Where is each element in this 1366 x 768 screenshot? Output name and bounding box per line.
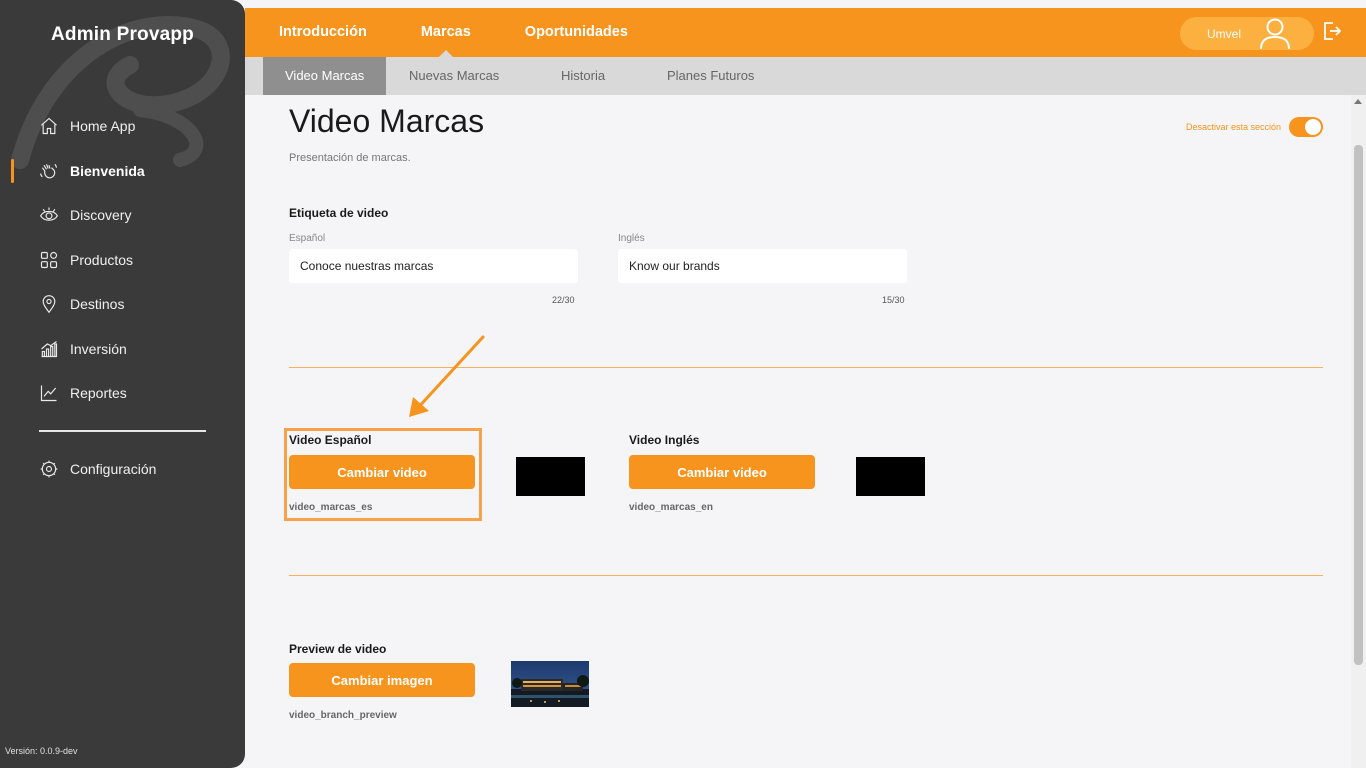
sidebar-item-label: Home App	[70, 118, 136, 135]
sidebar-item-inversion[interactable]: Inversión	[0, 327, 245, 372]
section-divider	[289, 575, 1323, 576]
sidebar-item-bienvenida[interactable]: Bienvenida	[0, 149, 245, 194]
video-label-es-input[interactable]	[289, 249, 578, 283]
app-title: Admin Provapp	[50, 24, 194, 45]
video-es-title: Video Español	[289, 433, 372, 447]
sidebar-item-home-app[interactable]: Home App	[0, 104, 245, 149]
subtab-nuevas-marcas[interactable]: Nuevas Marcas	[409, 57, 499, 95]
change-image-button[interactable]: Cambiar imagen	[289, 663, 475, 697]
line-chart-icon	[38, 382, 60, 404]
bar-growth-icon	[38, 338, 60, 360]
video-en-filename: video_marcas_en	[629, 502, 713, 513]
sidebar: Admin Provapp Home App Bienvenida Discov…	[0, 0, 245, 768]
home-icon	[38, 115, 60, 137]
video-es-thumbnail[interactable]	[516, 457, 585, 496]
user-avatar-icon	[1260, 18, 1290, 50]
section-toggle-label: Desactivar esta sección	[1185, 122, 1281, 132]
app-version: Versión: 0.0.9-dev	[5, 746, 78, 756]
video-label-en-field-label: Inglés	[618, 233, 645, 244]
eye-icon	[38, 204, 60, 226]
sidebar-item-label: Reportes	[70, 385, 127, 402]
gear-icon	[38, 458, 60, 480]
video-label-en-input[interactable]	[618, 249, 907, 283]
tab-marcas[interactable]: Marcas	[421, 8, 471, 57]
user-name: Umvel	[1207, 26, 1242, 41]
change-video-en-button[interactable]: Cambiar video	[629, 455, 815, 489]
page-title: Video Marcas	[289, 103, 485, 139]
sidebar-item-label: Discovery	[70, 207, 132, 224]
section-toggle-group: Desactivar esta sección	[1186, 117, 1323, 137]
sidebar-item-productos[interactable]: Productos	[0, 238, 245, 283]
scrollbar-thumb[interactable]	[1354, 145, 1363, 665]
subtab-planes-futuros[interactable]: Planes Futuros	[667, 57, 754, 95]
section-toggle-switch[interactable]	[1289, 117, 1323, 137]
subtab-video-marcas[interactable]: Video Marcas	[263, 57, 387, 95]
video-label-section-title: Etiqueta de video	[289, 206, 389, 220]
sidebar-divider	[39, 430, 206, 432]
preview-thumbnail-image[interactable]	[511, 661, 589, 707]
preview-title: Preview de video	[289, 642, 387, 656]
sidebar-item-configuracion[interactable]: Configuración	[0, 447, 245, 492]
sidebar-item-reportes[interactable]: Reportes	[0, 371, 245, 416]
sidebar-item-discovery[interactable]: Discovery	[0, 193, 245, 238]
main-content: Video Marcas Presentación de marcas. Des…	[245, 95, 1351, 768]
sidebar-item-label: Bienvenida	[70, 162, 145, 179]
tab-oportunidades[interactable]: Oportunidades	[525, 8, 628, 57]
top-bar: Introducción Marcas Oportunidades Umvel	[245, 8, 1366, 57]
sidebar-item-destinos[interactable]: Destinos	[0, 282, 245, 327]
sidebar-item-label: Configuración	[70, 461, 157, 478]
video-label-es-counter: 22/30	[552, 295, 575, 305]
video-es-filename: video_marcas_es	[289, 502, 373, 513]
user-menu-button[interactable]: Umvel	[1180, 17, 1314, 50]
video-label-en-counter: 15/30	[882, 295, 905, 305]
sidebar-item-label: Destinos	[70, 296, 125, 313]
toggle-knob	[1305, 119, 1321, 135]
sidebar-nav: Home App Bienvenida Discovery Productos …	[0, 104, 245, 416]
video-en-title: Video Inglés	[629, 433, 700, 447]
grid-icon	[38, 249, 60, 271]
video-label-es-field-label: Español	[289, 233, 326, 244]
tab-introduccion[interactable]: Introducción	[279, 8, 367, 57]
location-pin-icon	[38, 293, 60, 315]
sidebar-config-group: Configuración	[0, 447, 245, 492]
sidebar-item-label: Inversión	[70, 340, 127, 357]
change-video-es-button[interactable]: Cambiar video	[289, 455, 475, 489]
wave-hand-icon	[38, 160, 60, 182]
scroll-up-icon[interactable]	[1354, 99, 1362, 104]
video-en-thumbnail[interactable]	[856, 457, 925, 496]
sidebar-item-label: Productos	[70, 251, 134, 268]
page-subtitle: Presentación de marcas.	[289, 152, 411, 164]
content-scrollbar[interactable]	[1351, 95, 1366, 768]
top-nav: Introducción Marcas Oportunidades	[279, 8, 682, 57]
sub-tab-bar: Video Marcas Nuevas Marcas Historia Plan…	[245, 57, 1366, 95]
subtab-historia[interactable]: Historia	[561, 57, 605, 95]
preview-filename: video_branch_preview	[289, 710, 397, 721]
logout-icon[interactable]	[1322, 21, 1342, 41]
annotation-arrow-icon	[409, 335, 485, 417]
